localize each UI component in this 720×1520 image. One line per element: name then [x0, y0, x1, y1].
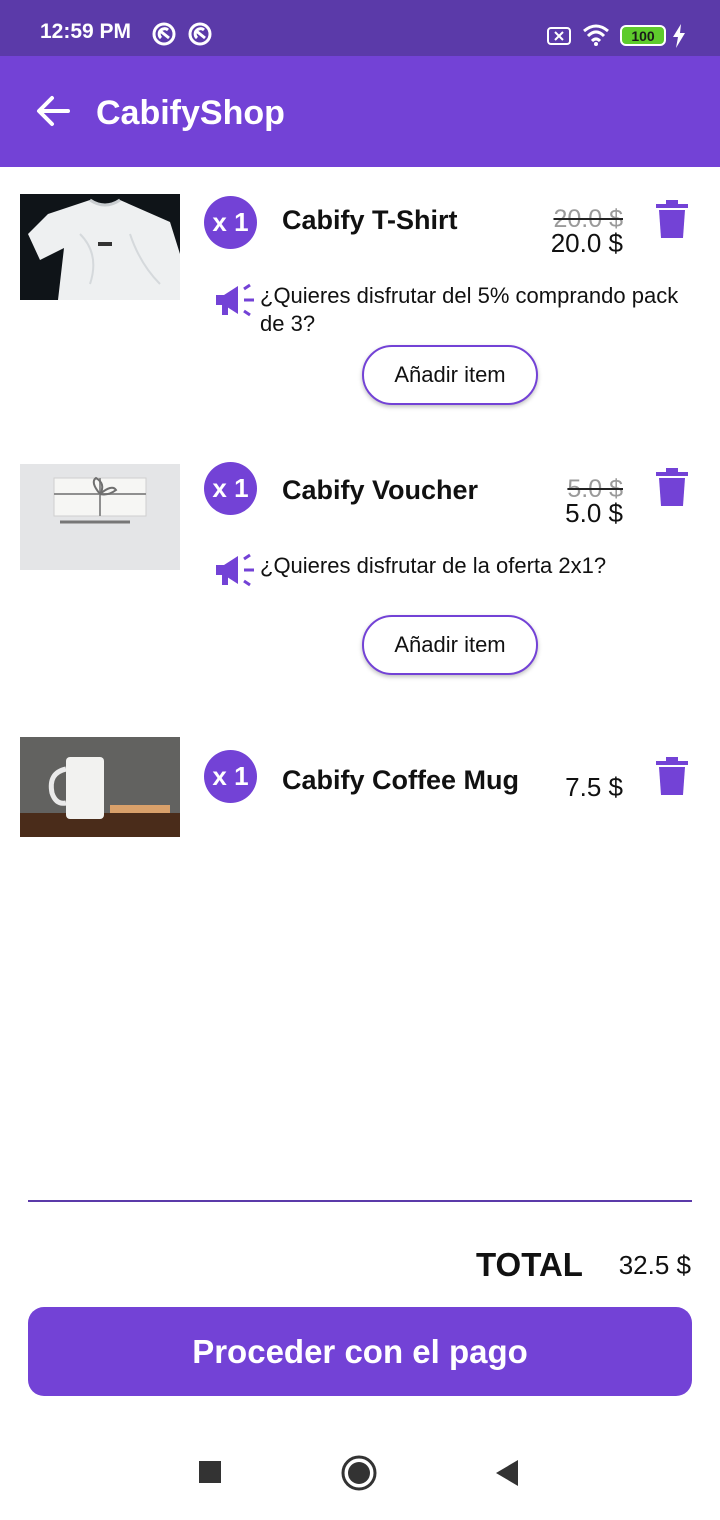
status-bar: 12:59 PM 100: [0, 0, 720, 56]
product-name: Cabify T-Shirt: [282, 205, 458, 235]
notification-icon: [188, 22, 212, 46]
quantity-badge: x 1: [204, 462, 257, 515]
app-bar: CabifyShop: [0, 56, 720, 167]
gift-voucher-photo: [20, 464, 180, 570]
total-value: 32.5 $: [618, 1250, 691, 1280]
megaphone-icon: [216, 553, 254, 587]
trash-icon[interactable]: [656, 200, 688, 238]
cart-item-voucher: x 1 Cabify Voucher 5.0 $ 5.0 $ ¿Quieres …: [0, 437, 720, 697]
system-nav-bar: [0, 1430, 720, 1520]
trash-icon[interactable]: [656, 468, 688, 506]
megaphone-icon: [216, 283, 254, 317]
promo-text: ¿Quieres disfrutar de la oferta 2x1?: [260, 553, 607, 578]
product-price: 5.0 $: [565, 498, 623, 528]
home-icon[interactable]: [340, 1454, 378, 1492]
charging-icon: [673, 24, 685, 48]
promo-text: ¿Quieres disfrutar del 5% comprando pack…: [260, 283, 679, 336]
notification-icon: [152, 22, 176, 46]
add-item-button[interactable]: Añadir item: [362, 345, 538, 405]
product-name: Cabify Coffee Mug: [282, 765, 520, 795]
add-item-button[interactable]: Añadir item: [362, 615, 538, 675]
cart-item-mug: x 1 Cabify Coffee Mug 7.5 $: [0, 710, 720, 850]
status-time: 12:59 PM: [40, 20, 132, 43]
recent-apps-icon[interactable]: [198, 1460, 222, 1484]
white-tshirt-photo: [20, 194, 180, 300]
battery-level: 100: [631, 27, 655, 44]
trash-icon[interactable]: [656, 757, 688, 795]
total-label: TOTAL: [476, 1246, 583, 1283]
app-title: CabifyShop: [96, 94, 285, 132]
cart-item-tshirt: x 1 Cabify T-Shirt 20.0 $ 20.0 $ ¿Quiere…: [0, 167, 720, 427]
back-nav-icon[interactable]: [494, 1458, 520, 1488]
divider: [28, 1200, 692, 1202]
quantity-badge: x 1: [204, 750, 257, 803]
wifi-icon: [583, 24, 609, 46]
no-sim-icon: [547, 27, 571, 45]
product-name: Cabify Voucher: [282, 475, 479, 505]
battery-icon: 100: [620, 25, 666, 46]
quantity-badge: x 1: [204, 196, 257, 249]
product-price: 7.5 $: [565, 772, 623, 802]
arrow-back-icon[interactable]: [34, 92, 72, 130]
product-price: 20.0 $: [550, 228, 623, 258]
proceed-payment-button[interactable]: Proceder con el pago: [28, 1307, 692, 1396]
coffee-mug-photo: [20, 737, 180, 837]
